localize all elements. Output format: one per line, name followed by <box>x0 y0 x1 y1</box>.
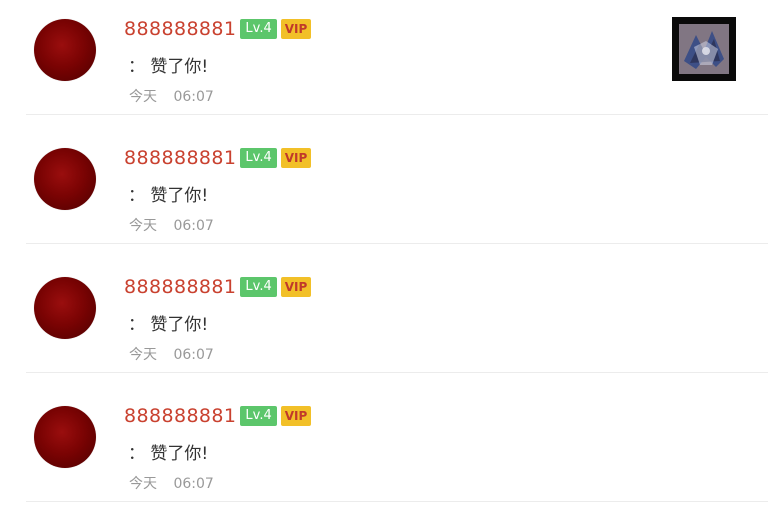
timestamp-date: 今天 <box>129 476 157 492</box>
divider <box>26 114 768 115</box>
timestamp: 今天 06:07 <box>129 473 214 493</box>
timestamp-date: 今天 <box>129 89 157 105</box>
username-link[interactable]: 888888881 <box>124 147 236 169</box>
timestamp-time: 06:07 <box>173 476 214 492</box>
username-link[interactable]: 888888881 <box>124 276 236 298</box>
username-link[interactable]: 888888881 <box>124 18 236 40</box>
username-link[interactable]: 888888881 <box>124 405 236 427</box>
message-text: ： 赞了你! <box>128 186 209 206</box>
message-text: ： 赞了你! <box>128 57 209 77</box>
timestamp: 今天 06:07 <box>129 86 214 106</box>
notification-item[interactable]: 888888881 Lv.4 VIP ： 赞了你! 今天 06:07 <box>0 0 768 129</box>
timestamp-time: 06:07 <box>173 218 214 234</box>
avatar[interactable] <box>34 148 96 210</box>
level-badge: Lv.4 <box>240 277 277 297</box>
message-text: ： 赞了你! <box>128 444 209 464</box>
timestamp-date: 今天 <box>129 218 157 234</box>
timestamp-time: 06:07 <box>173 347 214 363</box>
notification-item[interactable]: 888888881 Lv.4 VIP ： 赞了你! 今天 06:07 <box>0 129 768 258</box>
level-badge: Lv.4 <box>240 19 277 39</box>
notification-item[interactable]: 888888881 Lv.4 VIP ： 赞了你! 今天 06:07 <box>0 387 768 516</box>
avatar[interactable] <box>34 19 96 81</box>
notification-item[interactable]: 888888881 Lv.4 VIP ： 赞了你! 今天 06:07 <box>0 258 768 387</box>
name-row: 888888881 Lv.4 VIP <box>124 146 312 170</box>
vip-badge: VIP <box>280 406 312 426</box>
timestamp-date: 今天 <box>129 347 157 363</box>
timestamp: 今天 06:07 <box>129 215 214 235</box>
notification-list: 888888881 Lv.4 VIP ： 赞了你! 今天 06:07 88888… <box>0 0 768 516</box>
name-row: 888888881 Lv.4 VIP <box>124 275 312 299</box>
post-thumbnail[interactable] <box>672 17 736 81</box>
timestamp: 今天 06:07 <box>129 344 214 364</box>
level-badge: Lv.4 <box>240 406 277 426</box>
vip-badge: VIP <box>280 19 312 39</box>
divider <box>26 501 768 502</box>
post-thumbnail-image <box>679 24 729 74</box>
vip-badge: VIP <box>280 148 312 168</box>
avatar[interactable] <box>34 277 96 339</box>
divider <box>26 243 768 244</box>
vip-badge: VIP <box>280 277 312 297</box>
avatar[interactable] <box>34 406 96 468</box>
name-row: 888888881 Lv.4 VIP <box>124 17 312 41</box>
message-text: ： 赞了你! <box>128 315 209 335</box>
name-row: 888888881 Lv.4 VIP <box>124 404 312 428</box>
level-badge: Lv.4 <box>240 148 277 168</box>
timestamp-time: 06:07 <box>173 89 214 105</box>
divider <box>26 372 768 373</box>
